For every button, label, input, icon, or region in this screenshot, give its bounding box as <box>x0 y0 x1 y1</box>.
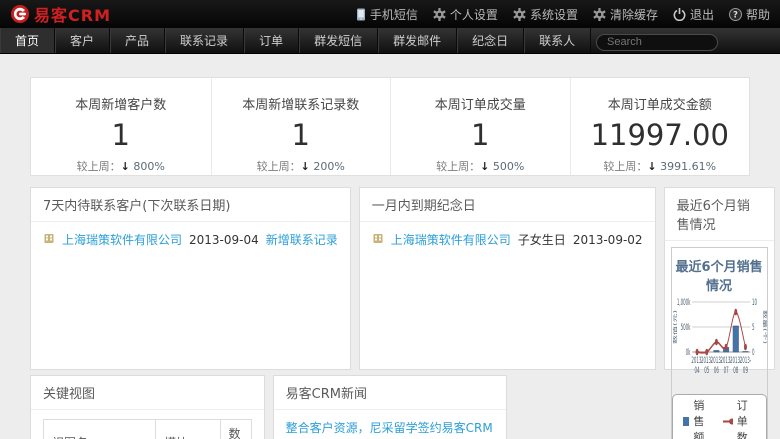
stat-new-customers: 本周新增客户数 1 较上周：↓ 800% <box>31 78 211 175</box>
main-navigation: 首页 客户 产品 联系记录 订单 群发短信 群发邮件 纪念日 联系人 <box>0 28 780 54</box>
stat-order-amount: 本周订单成交金额 11997.00 较上周：↓ 3991.61% <box>570 78 750 175</box>
down-arrow-icon: ↓ <box>121 160 130 173</box>
tab-orders[interactable]: 订单 <box>244 28 299 53</box>
stat-value: 1 <box>31 119 211 152</box>
list-item: 上海瑞策软件有限公司 子女生日 2013-09-02 <box>372 231 643 248</box>
panel-title: 最近6个月销售情况 <box>665 188 774 241</box>
sms-link[interactable]: 手机短信 <box>356 6 418 23</box>
company-link[interactable]: 上海瑞策软件有限公司 <box>391 231 511 248</box>
tab-customers[interactable]: 客户 <box>55 28 110 53</box>
next-contact-date: 2013-09-04 <box>189 233 259 247</box>
help-icon: ? <box>729 8 742 21</box>
stat-title: 本周新增联系记录数 <box>212 94 391 113</box>
col-count: 数量 <box>220 420 251 439</box>
sales-chart-panel: 最近6个月销售情况 最近6个月销售情况 0k500k1,000k05102013… <box>664 187 775 370</box>
system-settings-label: 系统设置 <box>530 6 578 23</box>
list-item: 上海瑞策软件有限公司 2013-09-04 新增联系记录 <box>43 231 338 248</box>
tab-contacts[interactable]: 联系人 <box>524 28 591 53</box>
personal-settings-label: 个人设置 <box>450 6 498 23</box>
down-arrow-icon: ↓ <box>647 160 656 173</box>
panel-title: 7天内待联系客户(下次联系日期) <box>31 188 350 222</box>
down-arrow-icon: ↓ <box>301 160 310 173</box>
key-views-table: 视图名 模块 数量 潜在客户 客户 3 <box>43 419 252 439</box>
svg-text:0: 0 <box>752 347 755 357</box>
phone-icon <box>356 8 366 21</box>
svg-text:5: 5 <box>752 322 755 332</box>
stat-comparison: 较上周：↓ 800% <box>31 158 211 174</box>
svg-text:1,000k: 1,000k <box>676 297 690 307</box>
stat-title: 本周新增客户数 <box>31 94 211 113</box>
system-settings-link[interactable]: 系统设置 <box>513 6 578 23</box>
news-panel: 易客CRM新闻 整合客户资源，尼采留学签约易客CRM 易客CRM教育培训行业手机… <box>273 375 508 439</box>
tab-bulk-sms[interactable]: 群发短信 <box>299 28 378 53</box>
clear-cache-link[interactable]: 清除缓存 <box>593 6 658 23</box>
col-view-name: 视图名 <box>44 420 156 439</box>
logout-link[interactable]: 退出 <box>673 6 714 23</box>
svg-text:2013-09: 2013-09 <box>739 355 751 375</box>
svg-text:数量(个): 数量(个) <box>762 310 767 344</box>
gear-icon <box>433 8 446 21</box>
stat-new-contact-records: 本周新增联系记录数 1 较上周：↓ 200% <box>211 78 391 175</box>
tab-bulk-email[interactable]: 群发邮件 <box>378 28 457 53</box>
organization-icon <box>43 232 55 247</box>
stat-comparison: 较上周：↓ 200% <box>212 158 391 174</box>
followup-customers-panel: 7天内待联系客户(下次联系日期) 上海瑞策软件有限公司 2013-09-04 新… <box>30 187 351 370</box>
anniversary-panel: 一月内到期纪念日 上海瑞策软件有限公司 子女生日 2013-09-02 <box>359 187 656 370</box>
svg-text:500k: 500k <box>680 322 690 332</box>
tab-anniversaries[interactable]: 纪念日 <box>457 28 524 53</box>
weekly-stats-band: 本周新增客户数 1 较上周：↓ 800% 本周新增联系记录数 1 较上周：↓ 2… <box>30 77 750 176</box>
tab-products[interactable]: 产品 <box>110 28 165 53</box>
gear-icon <box>593 8 606 21</box>
dashboard-content: 本周新增客户数 1 较上周：↓ 800% 本周新增联系记录数 1 较上周：↓ 2… <box>0 77 780 439</box>
help-link[interactable]: ? 帮助 <box>729 6 770 23</box>
logout-label: 退出 <box>690 6 714 23</box>
panel-title: 易客CRM新闻 <box>274 376 507 410</box>
stat-comparison: 较上周：↓ 3991.61% <box>571 158 750 174</box>
news-link[interactable]: 整合客户资源，尼采留学签约易客CRM <box>286 419 495 436</box>
clear-cache-label: 清除缓存 <box>610 6 658 23</box>
stat-comparison: 较上周：↓ 500% <box>391 158 570 174</box>
header-utilities: 手机短信 个人设置 系统设置 清除缓存 退出 ? 帮助 <box>356 6 770 23</box>
personal-settings-link[interactable]: 个人设置 <box>433 6 498 23</box>
svg-text:?: ? <box>733 10 738 20</box>
company-link[interactable]: 上海瑞策软件有限公司 <box>62 231 182 248</box>
top-header: 易客CRM 手机短信 个人设置 系统设置 清除缓存 退出 ? 帮助 <box>0 0 780 28</box>
anniversary-date: 2013-09-02 <box>573 233 643 247</box>
add-contact-record-link[interactable]: 新增联系记录 <box>266 231 338 248</box>
svg-text:0k: 0k <box>685 347 690 357</box>
key-views-panel: 关键视图 视图名 模块 数量 潜在客户 客户 3 <box>30 375 265 439</box>
search-input[interactable] <box>596 34 718 51</box>
stat-value: 11997.00 <box>571 119 750 152</box>
panel-title: 一月内到期纪念日 <box>360 188 655 222</box>
stat-title: 本周订单成交量 <box>391 94 570 113</box>
sms-label: 手机短信 <box>370 6 418 23</box>
col-module: 模块 <box>156 420 220 439</box>
stat-value: 1 <box>391 119 570 152</box>
help-label: 帮助 <box>746 6 770 23</box>
logo-icon <box>10 4 30 24</box>
chart-title: 最近6个月销售情况 <box>672 256 767 294</box>
stat-value: 1 <box>212 119 391 152</box>
empty-column <box>515 375 750 439</box>
gear-icon <box>513 8 526 21</box>
down-arrow-icon: ↓ <box>480 160 489 173</box>
power-icon <box>673 8 686 21</box>
svg-text:数值(元): 数值(元) <box>672 310 677 344</box>
app-logo: 易客CRM <box>10 2 111 26</box>
tab-contact-records[interactable]: 联系记录 <box>165 28 244 53</box>
anniversary-type: 子女生日 <box>518 231 566 248</box>
svg-text:10: 10 <box>752 297 757 307</box>
organization-icon <box>372 232 384 247</box>
stat-title: 本周订单成交金额 <box>571 94 750 113</box>
logo-text: 易客CRM <box>34 2 111 26</box>
tab-home[interactable]: 首页 <box>0 28 55 53</box>
table-header-row: 视图名 模块 数量 <box>44 420 252 439</box>
search-area <box>596 30 718 51</box>
panel-title: 关键视图 <box>31 376 264 410</box>
stat-order-count: 本周订单成交量 1 较上周：↓ 500% <box>390 78 570 175</box>
